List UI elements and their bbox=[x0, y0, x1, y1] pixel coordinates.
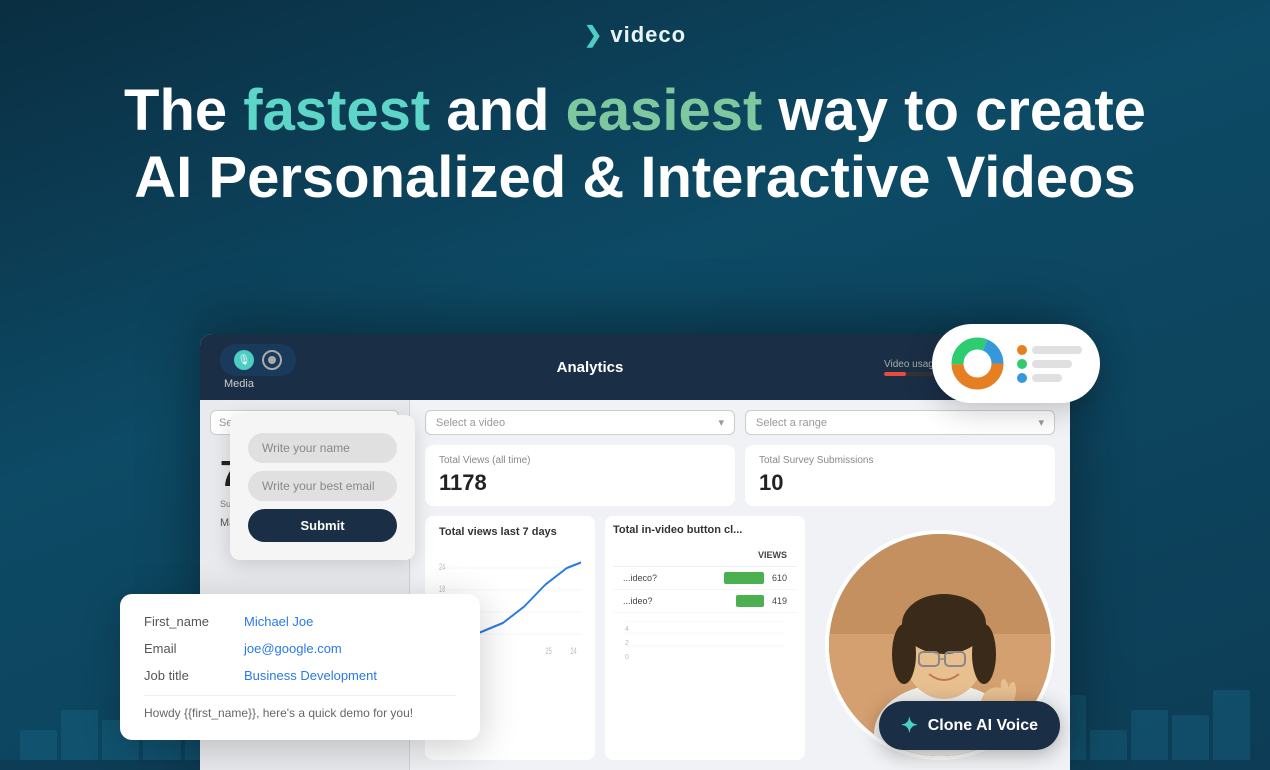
logo: ❯ videco bbox=[584, 22, 686, 48]
svg-text:25: 25 bbox=[546, 645, 552, 656]
svg-text:2: 2 bbox=[625, 640, 629, 647]
submit-button[interactable]: Submit bbox=[248, 509, 397, 542]
job-title-label: Job title bbox=[144, 668, 224, 683]
pie-legend-item bbox=[1017, 359, 1082, 369]
video-usage-fill bbox=[884, 372, 906, 376]
personalization-message: Howdy {{first_name}}, here's a quick dem… bbox=[144, 695, 456, 720]
form-overlay: Write your name Write your best email Su… bbox=[230, 415, 415, 560]
total-views-label: Total Views (all time) bbox=[439, 455, 721, 466]
views-bar-large bbox=[724, 572, 764, 584]
record-icon bbox=[262, 350, 282, 370]
button-clicks-title: Total in-video button cl... bbox=[613, 524, 797, 536]
bar-chart-svg: 4 2 0 bbox=[613, 621, 797, 671]
hero-line1-end: way to create bbox=[762, 78, 1146, 143]
pie-dot-blue bbox=[1017, 373, 1027, 383]
wave-bar bbox=[1090, 730, 1127, 760]
email-field[interactable]: Write your best email bbox=[248, 471, 397, 501]
wave-bar bbox=[1213, 690, 1250, 760]
hero-line1-plain: The bbox=[124, 78, 243, 143]
logo-icon: ❯ bbox=[584, 22, 602, 48]
hero-accent-easiest: easiest bbox=[566, 78, 763, 143]
main-selects: Select a video ▾ Select a range ▾ bbox=[425, 410, 1055, 435]
pie-line bbox=[1032, 360, 1072, 368]
video-select[interactable]: Select a video ▾ bbox=[425, 410, 735, 435]
svg-text:24: 24 bbox=[570, 645, 576, 656]
survey-label: Total Survey Submissions bbox=[759, 455, 1041, 466]
wave-bar bbox=[61, 710, 98, 760]
wave-bar bbox=[1172, 715, 1209, 760]
hero-title: The fastest and easiest way to create AI… bbox=[60, 78, 1210, 211]
first-name-value: Michael Joe bbox=[244, 614, 313, 629]
svg-text:4: 4 bbox=[625, 626, 629, 633]
pie-widget bbox=[932, 324, 1100, 403]
svg-text:0: 0 bbox=[625, 654, 629, 661]
range-select[interactable]: Select a range ▾ bbox=[745, 410, 1055, 435]
personalization-card: First_name Michael Joe Email joe@google.… bbox=[120, 594, 480, 740]
analytics-title: Analytics bbox=[296, 359, 884, 376]
clone-ai-voice-button[interactable]: ✦ Clone AI Voice bbox=[879, 701, 1060, 750]
hero-accent-fastest: fastest bbox=[243, 78, 430, 143]
mockup-container: 🎙 Media Analytics Video usage: 18/50 bbox=[200, 334, 1070, 770]
pie-line bbox=[1032, 346, 1082, 354]
media-controls: 🎙 bbox=[220, 344, 296, 376]
mic-icon: 🎙 bbox=[234, 350, 254, 370]
pie-legend bbox=[1017, 345, 1082, 383]
svg-text:18: 18 bbox=[439, 584, 445, 595]
pie-legend-item bbox=[1017, 373, 1082, 383]
pie-chart-svg bbox=[950, 336, 1005, 391]
button-clicks-chart-area: 4 2 0 bbox=[613, 621, 797, 673]
survey-value: 10 bbox=[759, 470, 1041, 496]
record-dot bbox=[268, 356, 276, 364]
chart-7days-title: Total views last 7 days bbox=[439, 526, 581, 538]
stats-row: Total Views (all time) 1178 Total Survey… bbox=[425, 445, 1055, 506]
job-title-row: Job title Business Development bbox=[144, 668, 456, 683]
email-label: Email bbox=[144, 641, 224, 656]
name-field[interactable]: Write your name bbox=[248, 433, 397, 463]
total-views-card: Total Views (all time) 1178 bbox=[425, 445, 735, 506]
pie-line bbox=[1032, 374, 1062, 382]
control-pill[interactable]: 🎙 bbox=[220, 344, 296, 376]
table-card: Total in-video button cl... VIEWS ...ide… bbox=[605, 516, 805, 760]
wave-bar bbox=[20, 730, 57, 760]
hero-section: The fastest and easiest way to create AI… bbox=[0, 48, 1270, 231]
views-bar-small bbox=[736, 595, 764, 607]
sparkle-icon: ✦ bbox=[901, 713, 918, 738]
logo-text: videco bbox=[610, 22, 686, 48]
pie-dot-green bbox=[1017, 359, 1027, 369]
media-label: Media bbox=[220, 378, 296, 390]
wave-bar bbox=[1131, 710, 1168, 760]
pie-legend-item bbox=[1017, 345, 1082, 355]
job-title-value: Business Development bbox=[244, 668, 377, 683]
pie-dot-orange bbox=[1017, 345, 1027, 355]
first-name-row: First_name Michael Joe bbox=[144, 614, 456, 629]
survey-submissions-card: Total Survey Submissions 10 bbox=[745, 445, 1055, 506]
table-header: VIEWS bbox=[613, 544, 797, 567]
views-column-header: VIEWS bbox=[732, 550, 787, 560]
hero-line1-mid: and bbox=[430, 78, 565, 143]
hero-line2: AI Personalized & Interactive Videos bbox=[134, 145, 1135, 210]
email-row: Email joe@google.com bbox=[144, 641, 456, 656]
table-row: ...ideo? 419 bbox=[613, 590, 797, 613]
total-views-value: 1178 bbox=[439, 470, 721, 496]
first-name-label: First_name bbox=[144, 614, 224, 629]
clone-btn-label: Clone AI Voice bbox=[928, 717, 1038, 735]
svg-text:24: 24 bbox=[439, 562, 445, 573]
email-value: joe@google.com bbox=[244, 641, 342, 656]
table-row: ...ideco? 610 bbox=[613, 567, 797, 590]
media-section: 🎙 Media bbox=[220, 344, 296, 390]
header: ❯ videco bbox=[0, 0, 1270, 48]
